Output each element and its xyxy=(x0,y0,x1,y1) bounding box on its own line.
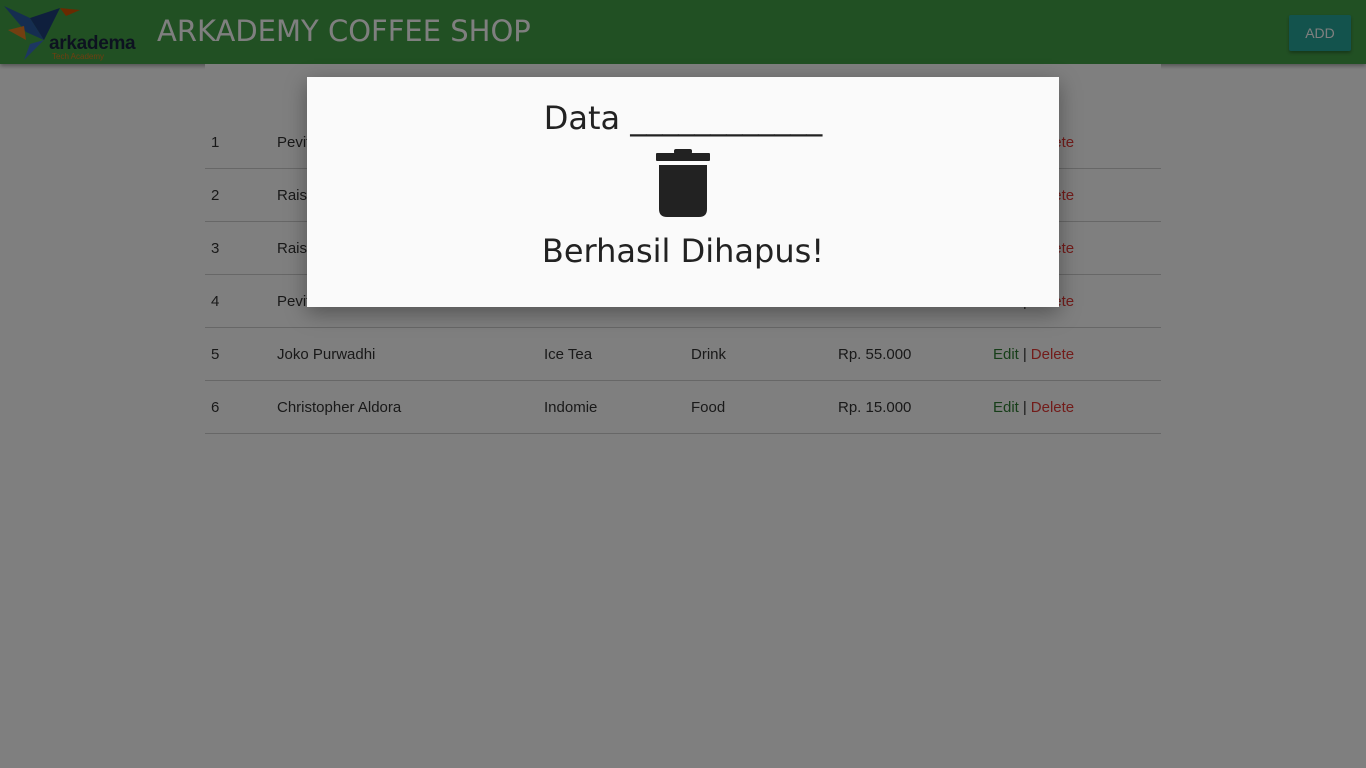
modal-title: Data ____________ xyxy=(543,99,823,137)
delete-success-modal: Data ____________ Berhasil Dihapus! xyxy=(307,77,1059,307)
trash-icon xyxy=(656,149,710,217)
modal-message: Berhasil Dihapus! xyxy=(541,232,825,270)
